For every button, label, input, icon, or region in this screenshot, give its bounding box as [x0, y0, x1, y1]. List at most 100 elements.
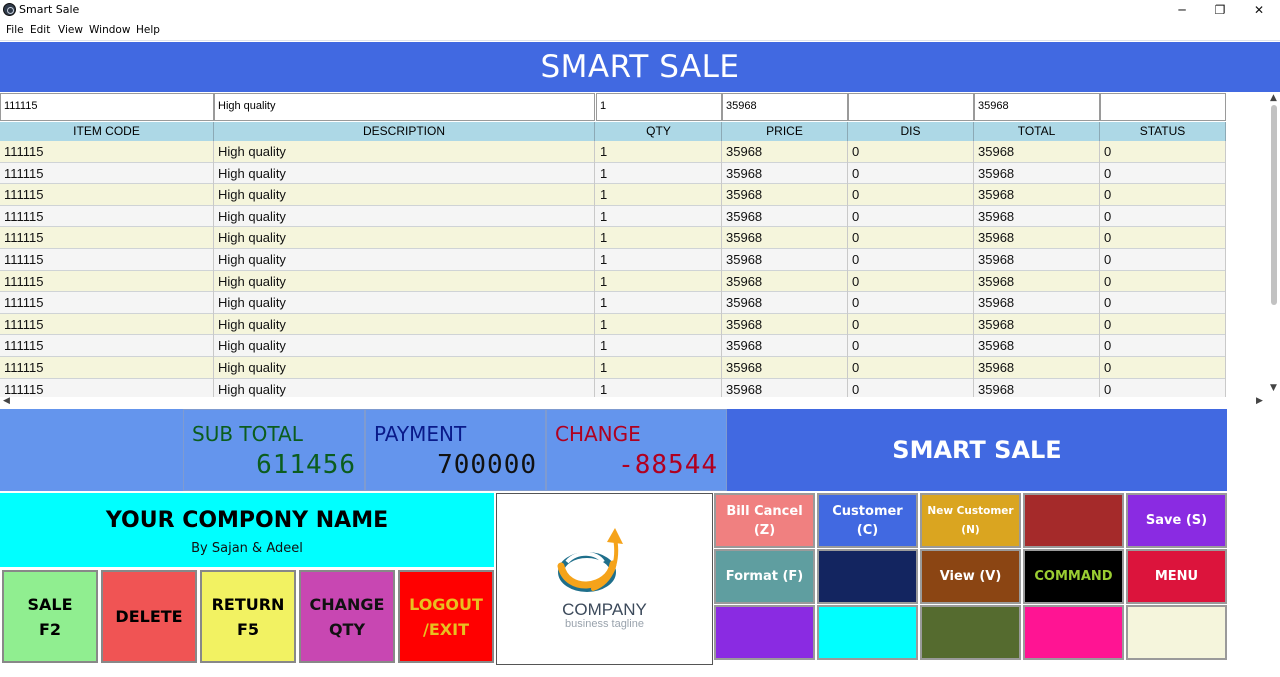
table-row[interactable]: 111115 High quality 1 35968 0 35968 0	[0, 162, 1226, 185]
cell-price: 35968	[722, 335, 848, 357]
menu-button[interactable]: MENU	[1126, 549, 1227, 604]
cell-dis: 0	[848, 184, 974, 206]
customer-button[interactable]: Customer (C)	[817, 493, 918, 548]
scrollbar-thumb[interactable]	[1271, 105, 1277, 305]
cell-item-code: 111115	[0, 378, 214, 397]
horizontal-scrollbar[interactable]: ◀ ▶	[0, 396, 1268, 407]
cell-dis: 0	[848, 227, 974, 249]
cell-dis: 0	[848, 335, 974, 357]
scroll-down-icon[interactable]: ▼	[1270, 383, 1277, 393]
table-row[interactable]: 111115 High quality 1 35968 0 35968 0	[0, 357, 1226, 379]
cell-status: 0	[1100, 249, 1226, 271]
col-price[interactable]: PRICE	[722, 122, 848, 141]
payment-box[interactable]: PAYMENT 700000	[365, 409, 546, 491]
cell-dis: 0	[848, 292, 974, 314]
col-description[interactable]: DESCRIPTION	[214, 122, 595, 141]
status-input[interactable]	[1100, 93, 1226, 121]
cell-status: 0	[1100, 184, 1226, 206]
table-row[interactable]: 111115 High quality 1 35968 0 35968 0	[0, 270, 1226, 293]
cell-description: High quality	[214, 357, 595, 379]
col-total[interactable]: TOTAL	[974, 122, 1100, 141]
cell-item-code: 111115	[0, 313, 214, 336]
item-code-input[interactable]: 111115	[0, 93, 214, 121]
table-row[interactable]: 111115 High quality 1 35968 0 35968 0	[0, 249, 1226, 271]
table-row[interactable]: 111115 High quality 1 35968 0 35968 0	[0, 227, 1226, 249]
cell-qty: 1	[596, 270, 722, 293]
menu-window[interactable]: Window	[89, 24, 130, 36]
cell-description: High quality	[214, 184, 595, 206]
cell-description: High quality	[214, 205, 595, 228]
cell-dis: 0	[848, 378, 974, 397]
table-row[interactable]: 111115 High quality 1 35968 0 35968 0	[0, 184, 1226, 206]
return-button[interactable]: RETURN F5	[200, 570, 296, 663]
menu-view[interactable]: View	[58, 24, 83, 36]
vertical-scrollbar[interactable]: ▲ ▼	[1268, 93, 1280, 397]
qty-input[interactable]: 1	[596, 93, 722, 121]
price-input[interactable]: 35968	[722, 93, 848, 121]
cell-description: High quality	[214, 249, 595, 271]
menu-help[interactable]: Help	[136, 24, 160, 36]
cell-description: High quality	[214, 162, 595, 185]
delete-button[interactable]: DELETE	[101, 570, 197, 663]
new-customer-button[interactable]: New Customer (N)	[920, 493, 1021, 548]
cell-total: 35968	[974, 141, 1100, 163]
cell-qty: 1	[596, 378, 722, 397]
scroll-right-icon[interactable]: ▶	[1256, 396, 1263, 406]
cell-status: 0	[1100, 162, 1226, 185]
scroll-left-icon[interactable]: ◀	[3, 396, 10, 406]
cell-total: 35968	[974, 162, 1100, 185]
blank-red-button[interactable]	[1023, 493, 1124, 548]
scroll-up-icon[interactable]: ▲	[1270, 93, 1277, 103]
col-item-code[interactable]: ITEM CODE	[0, 122, 214, 141]
cell-status: 0	[1100, 141, 1226, 163]
cell-item-code: 111115	[0, 357, 214, 379]
logout-exit-button[interactable]: LOGOUT /EXIT	[398, 570, 494, 663]
menu-file[interactable]: File	[6, 24, 24, 36]
change-qty-button[interactable]: CHANGE QTY	[299, 570, 395, 663]
blank-navy-button[interactable]	[817, 549, 918, 604]
table-row[interactable]: 111115 High quality 1 35968 0 35968 0	[0, 378, 1226, 397]
cell-status: 0	[1100, 292, 1226, 314]
col-status[interactable]: STATUS	[1100, 122, 1226, 141]
cell-item-code: 111115	[0, 249, 214, 271]
table-row[interactable]: 111115 High quality 1 35968 0 35968 0	[0, 205, 1226, 228]
cell-item-code: 111115	[0, 335, 214, 357]
cell-item-code: 111115	[0, 141, 214, 163]
sub-total-value: 611456	[256, 450, 356, 480]
blank-beige-button[interactable]	[1126, 605, 1227, 660]
view-button[interactable]: View (V)	[920, 549, 1021, 604]
col-dis[interactable]: DIS	[848, 122, 974, 141]
cell-dis: 0	[848, 249, 974, 271]
blank-purple-button[interactable]	[714, 605, 815, 660]
col-qty[interactable]: QTY	[596, 122, 722, 141]
blank-cyan-button[interactable]	[817, 605, 918, 660]
table-row[interactable]: 111115 High quality 1 35968 0 35968 0	[0, 313, 1226, 336]
maximize-icon[interactable]: ❐	[1201, 0, 1239, 20]
save-button[interactable]: Save (S)	[1126, 493, 1227, 548]
menu-edit[interactable]: Edit	[30, 24, 50, 36]
cell-item-code: 111115	[0, 292, 214, 314]
title-bar: Smart Sale ─ ❐ ✕	[0, 0, 1280, 20]
sale-button[interactable]: SALE F2	[2, 570, 98, 663]
cell-item-code: 111115	[0, 205, 214, 228]
command-button[interactable]: COMMAND	[1023, 549, 1124, 604]
table-row[interactable]: 111115 High quality 1 35968 0 35968 0	[0, 335, 1226, 357]
close-icon[interactable]: ✕	[1240, 0, 1278, 20]
bill-cancel-button[interactable]: Bill Cancel (Z)	[714, 493, 815, 548]
description-input[interactable]: High quality	[214, 93, 595, 121]
payment-input[interactable]: 700000	[437, 450, 537, 480]
minimize-icon[interactable]: ─	[1163, 0, 1201, 20]
blank-olive-button[interactable]	[920, 605, 1021, 660]
cell-description: High quality	[214, 335, 595, 357]
cell-status: 0	[1100, 270, 1226, 293]
table-row[interactable]: 111115 High quality 1 35968 0 35968 0	[0, 292, 1226, 314]
cell-price: 35968	[722, 378, 848, 397]
discount-input[interactable]	[848, 93, 974, 121]
format-button[interactable]: Format (F)	[714, 549, 815, 604]
blank-pink-button[interactable]	[1023, 605, 1124, 660]
cell-status: 0	[1100, 378, 1226, 397]
cell-total: 35968	[974, 292, 1100, 314]
table-row[interactable]: 111115 High quality 1 35968 0 35968 0	[0, 141, 1226, 163]
brand-panel: SMART SALE	[727, 409, 1227, 491]
total-input[interactable]: 35968	[974, 93, 1100, 121]
